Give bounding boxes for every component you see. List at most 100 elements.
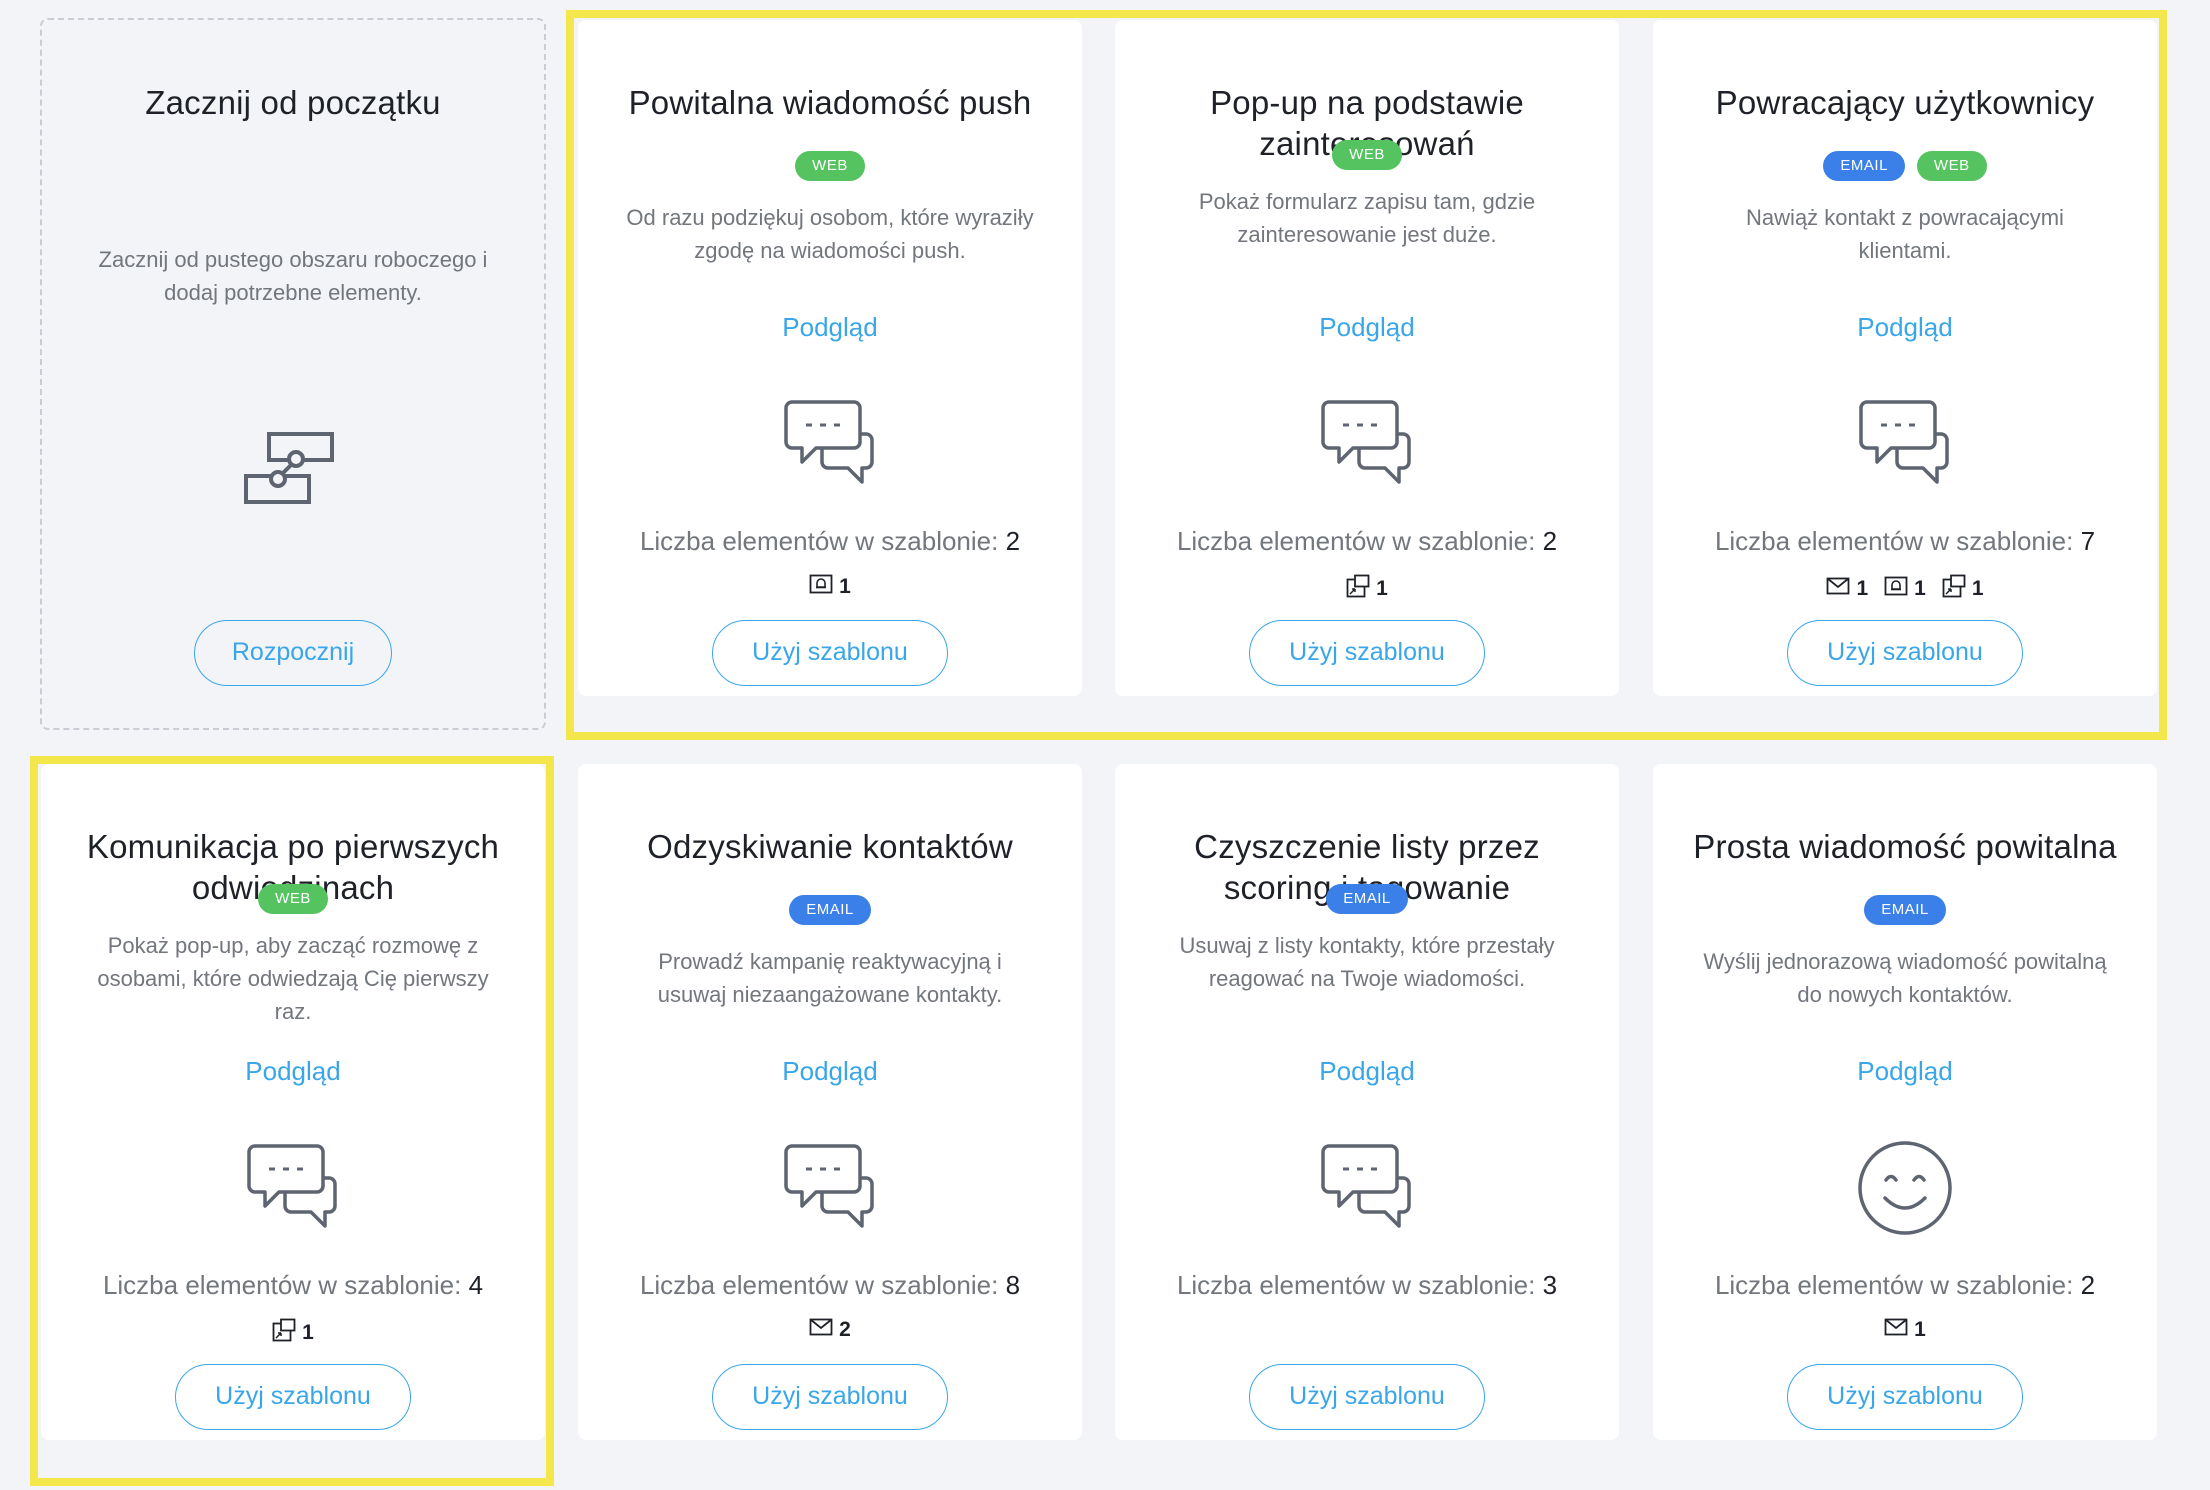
channel-badges: EMAIL <box>1115 884 1619 914</box>
element-type-count: 2 <box>839 1318 851 1341</box>
element-types: 1 <box>578 574 1082 600</box>
element-type: 1 <box>1826 577 1868 601</box>
channel-badges: WEB <box>1115 140 1619 170</box>
card-description: Usuwaj z listy kontakty, które przestały… <box>1179 933 1555 991</box>
element-count-label: Liczba elementów w szablonie: <box>1176 526 1536 556</box>
use-template-button[interactable]: Użyj szablonu <box>1787 1364 2023 1430</box>
element-count-value: 4 <box>468 1270 484 1300</box>
channel-badges: WEB <box>578 151 1082 181</box>
preview-link[interactable]: Podgląd <box>1653 1056 2157 1087</box>
element-type: 1 <box>1884 576 1926 602</box>
web-badge: WEB <box>795 151 865 181</box>
element-count-label: Liczba elementów w szablonie: <box>1176 1270 1536 1300</box>
card-description: Od razu podziękuj osobom, które wyraziły… <box>626 205 1034 263</box>
element-type-count: 1 <box>1856 577 1869 600</box>
preview-link[interactable]: Podgląd <box>578 312 1082 343</box>
element-count: Liczba elementów w szablonie: 8 <box>578 1270 1082 1301</box>
element-type: 1 <box>1884 1318 1926 1342</box>
element-types: 1 <box>1115 574 1619 604</box>
element-count: Liczba elementów w szablonie: 2 <box>578 526 1082 557</box>
card-title: Odzyskiwanie kontaktów <box>647 828 1013 865</box>
template-card: Powracający użytkownicy EMAIL WEB Nawiąż ko… <box>1653 20 2157 696</box>
chat-icon <box>1115 394 1619 494</box>
card-description: Pokaż formularz zapisu tam, gdzie zainte… <box>1198 189 1536 247</box>
push-icon <box>809 574 833 600</box>
channel-badges: EMAIL <box>1653 895 2157 925</box>
use-template-button[interactable]: Użyj szablonu <box>175 1364 411 1430</box>
element-type-count: 1 <box>839 575 851 598</box>
smile-icon <box>1653 1138 2157 1238</box>
preview-link[interactable]: Podgląd <box>1115 312 1619 343</box>
email-icon <box>1826 577 1850 601</box>
element-count: Liczba elementów w szablonie: 2 <box>1115 526 1619 557</box>
element-count-value: 2 <box>2080 1270 2096 1300</box>
element-type: 1 <box>809 574 851 600</box>
web-badge: WEB <box>1916 151 1987 181</box>
email-icon <box>1884 1318 1908 1342</box>
preview-link[interactable]: Podgląd <box>41 1056 545 1087</box>
element-type-count: 1 <box>1971 577 1984 600</box>
popup-icon <box>272 1318 296 1348</box>
start-from-scratch-card: Zacznij od początku Zacznij od pustego o… <box>40 18 546 730</box>
element-type-count: 1 <box>1914 1318 1926 1341</box>
element-types: 2 <box>578 1318 1082 1342</box>
email-badge: EMAIL <box>789 895 871 925</box>
web-badge: WEB <box>1332 140 1402 170</box>
use-template-button[interactable]: Użyj szablonu <box>712 620 948 686</box>
template-card: Prosta wiadomość powitalna EMAIL Wyślij je… <box>1653 764 2157 1440</box>
element-count: Liczba elementów w szablonie: 4 <box>41 1270 545 1301</box>
element-type: 1 <box>1346 574 1388 604</box>
popup-icon <box>1346 574 1370 604</box>
card-description: Wyślij jednorazową wiadomość powitalną d… <box>1703 949 2107 1007</box>
email-badge: EMAIL <box>1823 151 1905 181</box>
element-count-value: 3 <box>1542 1270 1558 1300</box>
web-badge: WEB <box>258 884 328 914</box>
element-count-label: Liczba elementów w szablonie: <box>1714 1270 2074 1300</box>
use-template-button[interactable]: Użyj szablonu <box>1249 1364 1485 1430</box>
email-badge: EMAIL <box>1864 895 1946 925</box>
element-types: 1 <box>41 1318 545 1348</box>
element-count-label: Liczba elementów w szablonie: <box>102 1270 462 1300</box>
element-count-value: 7 <box>2080 526 2096 556</box>
channel-badges: WEB <box>41 884 545 914</box>
element-types: 1 <box>1653 1318 2157 1342</box>
card-title: Prosta wiadomość powitalna <box>1693 828 2117 865</box>
element-type-count: 1 <box>1914 577 1926 600</box>
element-count-label: Liczba elementów w szablonie: <box>639 526 999 556</box>
use-template-button[interactable]: Użyj szablonu <box>1249 620 1485 686</box>
template-card: Czyszczenie listy przez scoring i tagowa… <box>1115 764 1619 1440</box>
chat-icon <box>1653 394 2157 494</box>
preview-link[interactable]: Podgląd <box>1115 1056 1619 1087</box>
template-card: Komunikacja po pierwszych odwiedzinachWE… <box>41 764 545 1440</box>
chat-icon <box>578 1138 1082 1238</box>
element-count: Liczba elementów w szablonie: 3 <box>1115 1270 1619 1301</box>
card-description: Pokaż pop-up, aby zacząć rozmowę z osoba… <box>97 933 489 1024</box>
use-template-button[interactable]: Użyj szablonu <box>712 1364 948 1430</box>
card-description: Zacznij od pustego obszaru roboczego i d… <box>98 247 488 305</box>
use-template-button[interactable]: Użyj szablonu <box>1787 620 2023 686</box>
preview-link[interactable]: Podgląd <box>1653 312 2157 343</box>
template-card: Pop-up na podstawie zainteresowańWEBPoka… <box>1115 20 1619 696</box>
popup-icon <box>1942 574 1966 604</box>
template-card: Odzyskiwanie kontaktów EMAIL Prowadź kampa… <box>578 764 1082 1440</box>
element-count-label: Liczba elementów w szablonie: <box>1714 526 2074 556</box>
start-button[interactable]: Rozpocznij <box>194 620 392 686</box>
template-card: Powitalna wiadomość push WEB Od razu podzi… <box>578 20 1082 696</box>
card-description: Nawiąż kontakt z powracającymi klientami… <box>1746 205 2064 263</box>
chat-icon <box>1115 1138 1619 1238</box>
card-title: Zacznij od początku <box>145 84 441 121</box>
element-type: 1 <box>1942 574 1984 604</box>
element-count-value: 2 <box>1005 526 1021 556</box>
push-icon <box>1884 576 1908 602</box>
element-types: 1 1 1 <box>1653 574 2157 604</box>
email-icon <box>809 1318 833 1342</box>
element-count-value: 2 <box>1542 526 1558 556</box>
element-count-label: Liczba elementów w szablonie: <box>639 1270 999 1300</box>
chat-icon <box>41 1138 545 1238</box>
element-type-count: 1 <box>302 1321 314 1344</box>
channel-badges: EMAIL <box>578 895 1082 925</box>
preview-link[interactable]: Podgląd <box>578 1056 1082 1087</box>
element-count-value: 8 <box>1005 1270 1021 1300</box>
chat-icon <box>578 394 1082 494</box>
workflow-icon <box>42 420 544 520</box>
